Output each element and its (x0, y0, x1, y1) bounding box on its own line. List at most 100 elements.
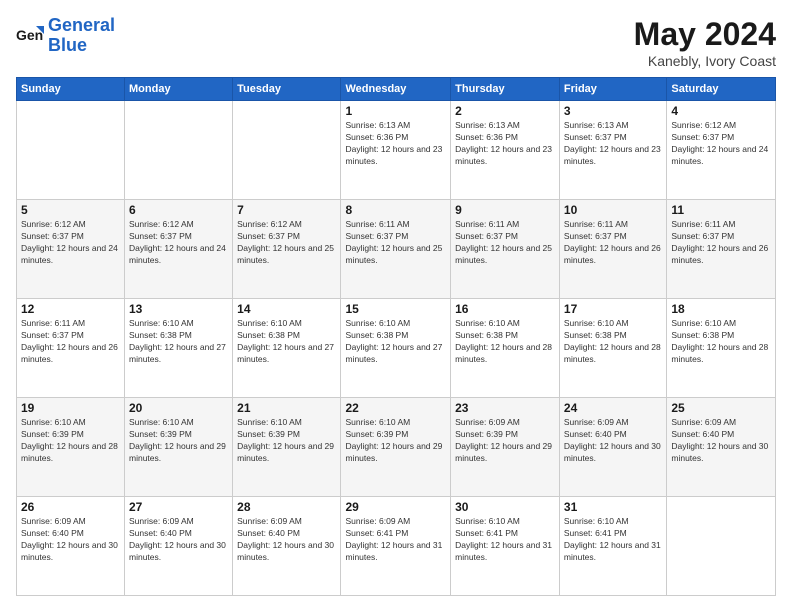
day-number: 12 (21, 302, 120, 316)
day-number: 28 (237, 500, 336, 514)
day-info: Sunrise: 6:12 AMSunset: 6:37 PMDaylight:… (671, 120, 771, 168)
day-number: 21 (237, 401, 336, 415)
day-info: Sunrise: 6:13 AMSunset: 6:36 PMDaylight:… (345, 120, 446, 168)
calendar-week-row: 19 Sunrise: 6:10 AMSunset: 6:39 PMDaylig… (17, 398, 776, 497)
day-info: Sunrise: 6:10 AMSunset: 6:41 PMDaylight:… (564, 516, 662, 564)
calendar-cell: 27 Sunrise: 6:09 AMSunset: 6:40 PMDaylig… (125, 497, 233, 596)
calendar-cell: 22 Sunrise: 6:10 AMSunset: 6:39 PMDaylig… (341, 398, 451, 497)
calendar-cell: 15 Sunrise: 6:10 AMSunset: 6:38 PMDaylig… (341, 299, 451, 398)
day-number: 30 (455, 500, 555, 514)
calendar-cell (233, 101, 341, 200)
calendar-cell: 28 Sunrise: 6:09 AMSunset: 6:40 PMDaylig… (233, 497, 341, 596)
day-number: 11 (671, 203, 771, 217)
calendar-week-row: 1 Sunrise: 6:13 AMSunset: 6:36 PMDayligh… (17, 101, 776, 200)
col-sunday: Sunday (17, 78, 125, 101)
title-block: May 2024 Kanebly, Ivory Coast (634, 16, 776, 69)
day-number: 26 (21, 500, 120, 514)
day-info: Sunrise: 6:09 AMSunset: 6:40 PMDaylight:… (237, 516, 336, 564)
day-number: 19 (21, 401, 120, 415)
col-wednesday: Wednesday (341, 78, 451, 101)
day-info: Sunrise: 6:11 AMSunset: 6:37 PMDaylight:… (564, 219, 662, 267)
calendar-cell: 5 Sunrise: 6:12 AMSunset: 6:37 PMDayligh… (17, 200, 125, 299)
day-number: 8 (345, 203, 446, 217)
day-number: 20 (129, 401, 228, 415)
calendar-week-row: 26 Sunrise: 6:09 AMSunset: 6:40 PMDaylig… (17, 497, 776, 596)
calendar-cell: 9 Sunrise: 6:11 AMSunset: 6:37 PMDayligh… (451, 200, 560, 299)
calendar-cell: 10 Sunrise: 6:11 AMSunset: 6:37 PMDaylig… (559, 200, 666, 299)
logo-icon: Gen (16, 22, 44, 50)
day-info: Sunrise: 6:09 AMSunset: 6:41 PMDaylight:… (345, 516, 446, 564)
day-info: Sunrise: 6:09 AMSunset: 6:40 PMDaylight:… (21, 516, 120, 564)
day-info: Sunrise: 6:13 AMSunset: 6:36 PMDaylight:… (455, 120, 555, 168)
day-info: Sunrise: 6:10 AMSunset: 6:39 PMDaylight:… (345, 417, 446, 465)
col-friday: Friday (559, 78, 666, 101)
day-number: 4 (671, 104, 771, 118)
month-title: May 2024 (634, 16, 776, 53)
day-info: Sunrise: 6:10 AMSunset: 6:41 PMDaylight:… (455, 516, 555, 564)
calendar-cell: 4 Sunrise: 6:12 AMSunset: 6:37 PMDayligh… (667, 101, 776, 200)
day-number: 31 (564, 500, 662, 514)
day-number: 13 (129, 302, 228, 316)
calendar-cell: 29 Sunrise: 6:09 AMSunset: 6:41 PMDaylig… (341, 497, 451, 596)
calendar-cell: 11 Sunrise: 6:11 AMSunset: 6:37 PMDaylig… (667, 200, 776, 299)
col-thursday: Thursday (451, 78, 560, 101)
day-info: Sunrise: 6:10 AMSunset: 6:38 PMDaylight:… (129, 318, 228, 366)
calendar-table: Sunday Monday Tuesday Wednesday Thursday… (16, 77, 776, 596)
day-info: Sunrise: 6:11 AMSunset: 6:37 PMDaylight:… (345, 219, 446, 267)
day-number: 29 (345, 500, 446, 514)
day-number: 14 (237, 302, 336, 316)
calendar-cell: 30 Sunrise: 6:10 AMSunset: 6:41 PMDaylig… (451, 497, 560, 596)
calendar-cell: 25 Sunrise: 6:09 AMSunset: 6:40 PMDaylig… (667, 398, 776, 497)
calendar-cell: 26 Sunrise: 6:09 AMSunset: 6:40 PMDaylig… (17, 497, 125, 596)
calendar-cell: 12 Sunrise: 6:11 AMSunset: 6:37 PMDaylig… (17, 299, 125, 398)
calendar-week-row: 5 Sunrise: 6:12 AMSunset: 6:37 PMDayligh… (17, 200, 776, 299)
day-info: Sunrise: 6:12 AMSunset: 6:37 PMDaylight:… (129, 219, 228, 267)
calendar-cell (17, 101, 125, 200)
day-number: 3 (564, 104, 662, 118)
day-number: 24 (564, 401, 662, 415)
day-info: Sunrise: 6:10 AMSunset: 6:38 PMDaylight:… (237, 318, 336, 366)
day-number: 5 (21, 203, 120, 217)
col-tuesday: Tuesday (233, 78, 341, 101)
calendar-cell: 20 Sunrise: 6:10 AMSunset: 6:39 PMDaylig… (125, 398, 233, 497)
day-info: Sunrise: 6:10 AMSunset: 6:39 PMDaylight:… (21, 417, 120, 465)
day-number: 9 (455, 203, 555, 217)
calendar-cell: 7 Sunrise: 6:12 AMSunset: 6:37 PMDayligh… (233, 200, 341, 299)
calendar-cell: 17 Sunrise: 6:10 AMSunset: 6:38 PMDaylig… (559, 299, 666, 398)
day-info: Sunrise: 6:10 AMSunset: 6:38 PMDaylight:… (564, 318, 662, 366)
calendar-cell: 24 Sunrise: 6:09 AMSunset: 6:40 PMDaylig… (559, 398, 666, 497)
calendar-cell: 18 Sunrise: 6:10 AMSunset: 6:38 PMDaylig… (667, 299, 776, 398)
day-info: Sunrise: 6:12 AMSunset: 6:37 PMDaylight:… (21, 219, 120, 267)
day-number: 23 (455, 401, 555, 415)
col-saturday: Saturday (667, 78, 776, 101)
day-info: Sunrise: 6:09 AMSunset: 6:40 PMDaylight:… (564, 417, 662, 465)
logo: Gen GeneralBlue (16, 16, 115, 56)
calendar-page: Gen GeneralBlue May 2024 Kanebly, Ivory … (0, 0, 792, 612)
day-info: Sunrise: 6:11 AMSunset: 6:37 PMDaylight:… (671, 219, 771, 267)
day-number: 15 (345, 302, 446, 316)
day-number: 25 (671, 401, 771, 415)
day-info: Sunrise: 6:10 AMSunset: 6:38 PMDaylight:… (345, 318, 446, 366)
day-number: 10 (564, 203, 662, 217)
day-number: 1 (345, 104, 446, 118)
calendar-cell (667, 497, 776, 596)
day-info: Sunrise: 6:09 AMSunset: 6:40 PMDaylight:… (129, 516, 228, 564)
logo-text: GeneralBlue (48, 16, 115, 56)
day-number: 2 (455, 104, 555, 118)
calendar-cell: 3 Sunrise: 6:13 AMSunset: 6:37 PMDayligh… (559, 101, 666, 200)
calendar-cell: 13 Sunrise: 6:10 AMSunset: 6:38 PMDaylig… (125, 299, 233, 398)
day-info: Sunrise: 6:11 AMSunset: 6:37 PMDaylight:… (455, 219, 555, 267)
day-info: Sunrise: 6:12 AMSunset: 6:37 PMDaylight:… (237, 219, 336, 267)
calendar-cell: 2 Sunrise: 6:13 AMSunset: 6:36 PMDayligh… (451, 101, 560, 200)
calendar-cell: 8 Sunrise: 6:11 AMSunset: 6:37 PMDayligh… (341, 200, 451, 299)
day-number: 16 (455, 302, 555, 316)
day-number: 27 (129, 500, 228, 514)
day-number: 7 (237, 203, 336, 217)
day-number: 18 (671, 302, 771, 316)
calendar-cell: 1 Sunrise: 6:13 AMSunset: 6:36 PMDayligh… (341, 101, 451, 200)
svg-text:Gen: Gen (16, 27, 43, 43)
calendar-cell: 31 Sunrise: 6:10 AMSunset: 6:41 PMDaylig… (559, 497, 666, 596)
calendar-header-row: Sunday Monday Tuesday Wednesday Thursday… (17, 78, 776, 101)
calendar-cell: 21 Sunrise: 6:10 AMSunset: 6:39 PMDaylig… (233, 398, 341, 497)
day-info: Sunrise: 6:13 AMSunset: 6:37 PMDaylight:… (564, 120, 662, 168)
